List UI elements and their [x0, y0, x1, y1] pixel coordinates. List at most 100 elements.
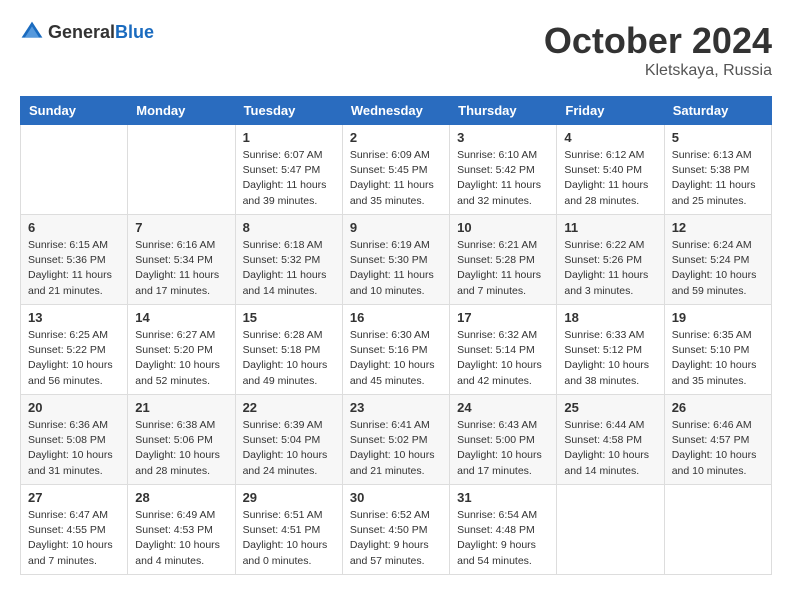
logo-blue: Blue — [115, 22, 154, 43]
day-number: 17 — [457, 310, 549, 325]
day-cell: 7 Sunrise: 6:16 AM Sunset: 5:34 PM Daylig… — [128, 215, 235, 305]
day-cell: 17 Sunrise: 6:32 AM Sunset: 5:14 PM Dayli… — [450, 305, 557, 395]
title-block: October 2024 Kletskaya, Russia — [544, 20, 772, 80]
day-info: Sunrise: 6:32 AM Sunset: 5:14 PM Dayligh… — [457, 328, 549, 389]
day-cell: 30 Sunrise: 6:52 AM Sunset: 4:50 PM Dayli… — [342, 485, 449, 575]
week-row-5: 27Sunrise: 6:47 AM Sunset: 4:55 PM Dayli… — [21, 485, 772, 575]
weekday-header-monday: Monday — [128, 97, 235, 125]
day-number: 26 — [672, 400, 764, 415]
day-info: Sunrise: 6:54 AM Sunset: 4:48 PM Dayligh… — [457, 508, 549, 569]
week-row-4: 20 Sunrise: 6:36 AM Sunset: 5:08 PM Dayli… — [21, 395, 772, 485]
day-number: 22 — [243, 400, 335, 415]
day-info: Sunrise: 6:07 AM Sunset: 5:47 PM Dayligh… — [243, 148, 335, 209]
day-cell: 29Sunrise: 6:51 AM Sunset: 4:51 PM Dayli… — [235, 485, 342, 575]
day-cell: 19 Sunrise: 6:35 AM Sunset: 5:10 PM Dayli… — [664, 305, 771, 395]
day-number: 20 — [28, 400, 120, 415]
day-number: 29 — [243, 490, 335, 505]
day-number: 19 — [672, 310, 764, 325]
day-cell: 27Sunrise: 6:47 AM Sunset: 4:55 PM Dayli… — [21, 485, 128, 575]
day-cell — [21, 125, 128, 215]
page-header: General Blue October 2024 Kletskaya, Rus… — [20, 20, 772, 80]
day-number: 11 — [564, 220, 656, 235]
weekday-header-thursday: Thursday — [450, 97, 557, 125]
day-number: 25 — [564, 400, 656, 415]
weekday-header-wednesday: Wednesday — [342, 97, 449, 125]
day-cell: 6 Sunrise: 6:15 AM Sunset: 5:36 PM Daylig… — [21, 215, 128, 305]
day-number: 8 — [243, 220, 335, 235]
week-row-3: 13 Sunrise: 6:25 AM Sunset: 5:22 PM Dayli… — [21, 305, 772, 395]
day-cell: 5 Sunrise: 6:13 AM Sunset: 5:38 PM Daylig… — [664, 125, 771, 215]
day-info: Sunrise: 6:16 AM Sunset: 5:34 PM Dayligh… — [135, 238, 227, 299]
day-cell: 18Sunrise: 6:33 AM Sunset: 5:12 PM Dayli… — [557, 305, 664, 395]
day-number: 24 — [457, 400, 549, 415]
day-cell: 9 Sunrise: 6:19 AM Sunset: 5:30 PM Daylig… — [342, 215, 449, 305]
weekday-header-sunday: Sunday — [21, 97, 128, 125]
day-info: Sunrise: 6:25 AM Sunset: 5:22 PM Dayligh… — [28, 328, 120, 389]
day-cell: 22Sunrise: 6:39 AM Sunset: 5:04 PM Dayli… — [235, 395, 342, 485]
day-cell: 1 Sunrise: 6:07 AM Sunset: 5:47 PM Daylig… — [235, 125, 342, 215]
day-cell: 21Sunrise: 6:38 AM Sunset: 5:06 PM Dayli… — [128, 395, 235, 485]
day-cell: 13 Sunrise: 6:25 AM Sunset: 5:22 PM Dayli… — [21, 305, 128, 395]
day-info: Sunrise: 6:46 AM Sunset: 4:57 PM Dayligh… — [672, 418, 764, 479]
day-info: Sunrise: 6:36 AM Sunset: 5:08 PM Dayligh… — [28, 418, 120, 479]
weekday-header-saturday: Saturday — [664, 97, 771, 125]
day-cell: 16Sunrise: 6:30 AM Sunset: 5:16 PM Dayli… — [342, 305, 449, 395]
logo-icon — [20, 20, 44, 44]
day-number: 18 — [564, 310, 656, 325]
day-info: Sunrise: 6:27 AM Sunset: 5:20 PM Dayligh… — [135, 328, 227, 389]
day-info: Sunrise: 6:13 AM Sunset: 5:38 PM Dayligh… — [672, 148, 764, 209]
day-cell: 20 Sunrise: 6:36 AM Sunset: 5:08 PM Dayli… — [21, 395, 128, 485]
day-cell: 15Sunrise: 6:28 AM Sunset: 5:18 PM Dayli… — [235, 305, 342, 395]
day-info: Sunrise: 6:19 AM Sunset: 5:30 PM Dayligh… — [350, 238, 442, 299]
day-number: 14 — [135, 310, 227, 325]
day-info: Sunrise: 6:18 AM Sunset: 5:32 PM Dayligh… — [243, 238, 335, 299]
day-number: 1 — [243, 130, 335, 145]
day-info: Sunrise: 6:22 AM Sunset: 5:26 PM Dayligh… — [564, 238, 656, 299]
day-info: Sunrise: 6:38 AM Sunset: 5:06 PM Dayligh… — [135, 418, 227, 479]
day-info: Sunrise: 6:43 AM Sunset: 5:00 PM Dayligh… — [457, 418, 549, 479]
day-number: 12 — [672, 220, 764, 235]
day-cell: 24 Sunrise: 6:43 AM Sunset: 5:00 PM Dayli… — [450, 395, 557, 485]
day-cell — [664, 485, 771, 575]
day-number: 7 — [135, 220, 227, 235]
day-cell: 25 Sunrise: 6:44 AM Sunset: 4:58 PM Dayli… — [557, 395, 664, 485]
day-cell: 10 Sunrise: 6:21 AM Sunset: 5:28 PM Dayli… — [450, 215, 557, 305]
day-info: Sunrise: 6:15 AM Sunset: 5:36 PM Dayligh… — [28, 238, 120, 299]
day-info: Sunrise: 6:21 AM Sunset: 5:28 PM Dayligh… — [457, 238, 549, 299]
day-number: 27 — [28, 490, 120, 505]
location-title: Kletskaya, Russia — [544, 62, 772, 80]
day-cell: 8 Sunrise: 6:18 AM Sunset: 5:32 PM Daylig… — [235, 215, 342, 305]
day-number: 15 — [243, 310, 335, 325]
weekday-header-row: SundayMondayTuesdayWednesdayThursdayFrid… — [21, 97, 772, 125]
day-info: Sunrise: 6:24 AM Sunset: 5:24 PM Dayligh… — [672, 238, 764, 299]
day-number: 9 — [350, 220, 442, 235]
day-cell: 28Sunrise: 6:49 AM Sunset: 4:53 PM Dayli… — [128, 485, 235, 575]
day-number: 5 — [672, 130, 764, 145]
day-cell: 23Sunrise: 6:41 AM Sunset: 5:02 PM Dayli… — [342, 395, 449, 485]
day-info: Sunrise: 6:10 AM Sunset: 5:42 PM Dayligh… — [457, 148, 549, 209]
day-cell — [557, 485, 664, 575]
day-number: 23 — [350, 400, 442, 415]
day-number: 6 — [28, 220, 120, 235]
day-number: 3 — [457, 130, 549, 145]
day-info: Sunrise: 6:52 AM Sunset: 4:50 PM Dayligh… — [350, 508, 442, 569]
day-number: 2 — [350, 130, 442, 145]
day-cell: 2Sunrise: 6:09 AM Sunset: 5:45 PM Daylig… — [342, 125, 449, 215]
day-cell: 26 Sunrise: 6:46 AM Sunset: 4:57 PM Dayli… — [664, 395, 771, 485]
day-number: 31 — [457, 490, 549, 505]
day-number: 28 — [135, 490, 227, 505]
logo-general: General — [48, 22, 115, 43]
day-cell: 31 Sunrise: 6:54 AM Sunset: 4:48 PM Dayli… — [450, 485, 557, 575]
day-cell — [128, 125, 235, 215]
day-info: Sunrise: 6:35 AM Sunset: 5:10 PM Dayligh… — [672, 328, 764, 389]
week-row-1: 1 Sunrise: 6:07 AM Sunset: 5:47 PM Daylig… — [21, 125, 772, 215]
day-number: 13 — [28, 310, 120, 325]
day-number: 4 — [564, 130, 656, 145]
day-cell: 12 Sunrise: 6:24 AM Sunset: 5:24 PM Dayli… — [664, 215, 771, 305]
calendar-table: SundayMondayTuesdayWednesdayThursdayFrid… — [20, 96, 772, 575]
day-number: 30 — [350, 490, 442, 505]
day-cell: 11 Sunrise: 6:22 AM Sunset: 5:26 PM Dayli… — [557, 215, 664, 305]
day-number: 10 — [457, 220, 549, 235]
day-cell: 3 Sunrise: 6:10 AM Sunset: 5:42 PM Daylig… — [450, 125, 557, 215]
day-info: Sunrise: 6:44 AM Sunset: 4:58 PM Dayligh… — [564, 418, 656, 479]
